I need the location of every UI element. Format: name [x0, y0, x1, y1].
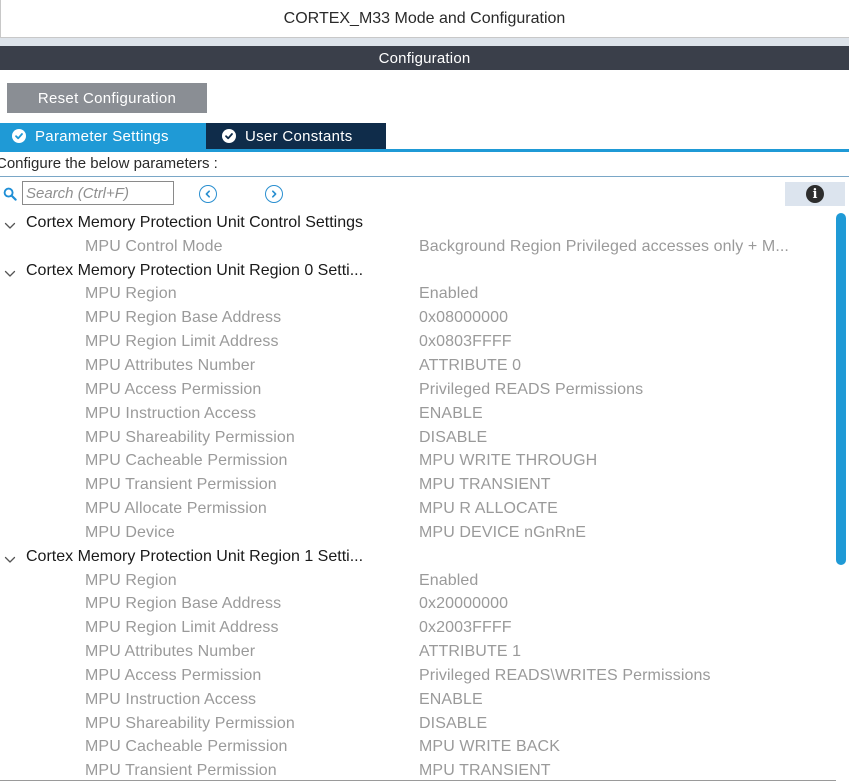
parameter-name: MPU Transient Permission [85, 762, 277, 780]
parameter-name: MPU Region Base Address [85, 595, 282, 613]
parameter-name: MPU Attributes Number [85, 643, 256, 661]
parameter-value[interactable]: MPU WRITE THROUGH [419, 452, 597, 470]
parameter-row[interactable]: MPU Device MPU DEVICE nGnRnE [0, 521, 834, 545]
parameter-row[interactable]: MPU Cacheable Permission MPU WRITE THROUG… [0, 449, 834, 473]
parameter-row[interactable]: MPU Region Base Address 0x20000000 [0, 593, 834, 617]
parameter-name: MPU Cacheable Permission [85, 452, 288, 470]
search-icon[interactable] [3, 187, 17, 201]
parameter-row[interactable]: MPU Region Enabled [0, 569, 834, 593]
search-input[interactable] [22, 181, 174, 205]
parameter-name: MPU Region Base Address [85, 309, 282, 327]
window-title-bar: CORTEX_M33 Mode and Configuration [0, 0, 849, 38]
tab-bar: Parameter Settings User Constants [0, 123, 849, 149]
parameter-name: MPU Region Limit Address [85, 333, 279, 351]
parameter-row[interactable]: MPU Access Permission Privileged READS Pe… [0, 378, 834, 402]
tab-user-constants[interactable]: User Constants [206, 123, 386, 149]
parameter-name: MPU Region [85, 571, 177, 589]
search-toolbar: i [0, 181, 849, 207]
title-left-edge [0, 0, 4, 38]
parameter-value[interactable]: Background Region Privileged accesses on… [419, 238, 789, 256]
parameter-value[interactable]: DISABLE [419, 429, 487, 447]
group-row[interactable]: Cortex Memory Protection Unit Control Se… [0, 211, 834, 235]
parameter-value[interactable]: Enabled [419, 572, 478, 590]
parameter-value[interactable]: ATTRIBUTE 1 [419, 643, 521, 661]
group-title: Cortex Memory Protection Unit Control Se… [26, 213, 364, 231]
parameter-value[interactable]: MPU TRANSIENT [419, 762, 551, 780]
tab-parameter-settings-label: Parameter Settings [35, 127, 169, 145]
parameter-row[interactable]: MPU Instruction Access ENABLE [0, 402, 834, 426]
parameter-name: MPU Allocate Permission [85, 500, 267, 518]
check-circle-icon [222, 129, 236, 143]
group-row[interactable]: Cortex Memory Protection Unit Region 1 S… [0, 545, 834, 569]
parameter-name: MPU Shareability Permission [85, 428, 295, 446]
parameter-name: MPU Cacheable Permission [85, 738, 288, 756]
group-title: Cortex Memory Protection Unit Region 0 S… [26, 261, 364, 279]
parameter-row[interactable]: MPU Region Limit Address 0x0803FFFF [0, 330, 834, 354]
parameter-name: MPU Device [85, 523, 175, 541]
parameter-value[interactable]: 0x20000000 [419, 595, 508, 613]
parameter-value[interactable]: ATTRIBUTE 0 [419, 357, 521, 375]
parameter-row[interactable]: MPU Control Mode Background Region Privil… [0, 235, 834, 259]
parameter-value[interactable]: MPU TRANSIENT [419, 476, 551, 494]
parameter-tree: Cortex Memory Protection Unit Control Se… [0, 211, 834, 783]
parameter-row[interactable]: MPU Cacheable Permission MPU WRITE BACK [0, 736, 834, 760]
parameter-name: MPU Access Permission [85, 380, 262, 398]
parameter-row[interactable]: MPU Transient Permission MPU TRANSIENT [0, 473, 834, 497]
parameter-row[interactable]: MPU Access Permission Privileged READS\WR… [0, 664, 834, 688]
parameter-name: MPU Shareability Permission [85, 714, 295, 732]
parameter-value[interactable]: 0x2003FFFF [419, 619, 512, 637]
chevron-right-circle-icon[interactable] [265, 185, 283, 203]
chevron-down-icon[interactable] [4, 266, 16, 277]
parameter-row[interactable]: MPU Region Limit Address 0x2003FFFF [0, 616, 834, 640]
chevron-down-icon[interactable] [4, 552, 16, 563]
parameter-row[interactable]: MPU Shareability Permission DISABLE [0, 426, 834, 450]
parameter-name: MPU Region [85, 285, 177, 303]
group-row[interactable]: Cortex Memory Protection Unit Region 0 S… [0, 259, 834, 283]
tab-underline [0, 149, 849, 152]
chevron-down-icon[interactable] [4, 218, 16, 229]
parameter-name: MPU Instruction Access [85, 690, 257, 708]
parameter-value[interactable]: 0x0803FFFF [419, 333, 512, 351]
parameter-name: MPU Attributes Number [85, 356, 256, 374]
parameter-value[interactable]: MPU DEVICE nGnRnE [419, 524, 586, 542]
configuration-header-label: Configuration [378, 49, 471, 67]
parameter-name: MPU Access Permission [85, 666, 262, 684]
parameter-row[interactable]: MPU Instruction Access ENABLE [0, 688, 834, 712]
tab-user-constants-label: User Constants [245, 127, 353, 145]
parameter-value[interactable]: ENABLE [419, 405, 483, 423]
parameter-row[interactable]: MPU Shareability Permission DISABLE [0, 712, 834, 736]
parameter-value[interactable]: Enabled [419, 285, 478, 303]
group-title: Cortex Memory Protection Unit Region 1 S… [26, 547, 364, 565]
info-icon: i [806, 185, 824, 203]
reset-configuration-button[interactable]: Reset Configuration [7, 83, 207, 113]
parameter-row[interactable]: MPU Region Enabled [0, 283, 834, 307]
check-circle-icon [12, 129, 26, 143]
parameter-name: MPU Control Mode [85, 237, 223, 255]
parameter-value[interactable]: DISABLE [419, 715, 487, 733]
divider [0, 176, 849, 177]
configure-instructions: Configure the below parameters : [0, 155, 218, 172]
parameter-value[interactable]: ENABLE [419, 691, 483, 709]
parameter-value[interactable]: 0x08000000 [419, 309, 508, 327]
parameter-name: MPU Instruction Access [85, 404, 257, 422]
parameter-row[interactable]: MPU Region Base Address 0x08000000 [0, 306, 834, 330]
info-button[interactable]: i [785, 182, 845, 206]
tab-parameter-settings[interactable]: Parameter Settings [0, 123, 206, 149]
parameter-name: MPU Region Limit Address [85, 619, 279, 637]
parameter-value[interactable]: MPU R ALLOCATE [419, 500, 558, 518]
chevron-left-circle-icon[interactable] [199, 185, 217, 203]
bottom-divider [0, 780, 836, 781]
parameter-value[interactable]: Privileged READS\WRITES Permissions [419, 667, 711, 685]
scrollbar-thumb[interactable] [836, 213, 846, 565]
header-strip [0, 38, 849, 46]
parameter-name: MPU Transient Permission [85, 476, 277, 494]
parameter-row[interactable]: MPU Attributes Number ATTRIBUTE 1 [0, 640, 834, 664]
window-title: CORTEX_M33 Mode and Configuration [283, 9, 566, 27]
configuration-header: Configuration [0, 46, 849, 70]
parameter-value[interactable]: Privileged READS Permissions [419, 381, 643, 399]
parameter-row[interactable]: MPU Allocate Permission MPU R ALLOCATE [0, 497, 834, 521]
parameter-value[interactable]: MPU WRITE BACK [419, 738, 560, 756]
parameter-row[interactable]: MPU Attributes Number ATTRIBUTE 0 [0, 354, 834, 378]
